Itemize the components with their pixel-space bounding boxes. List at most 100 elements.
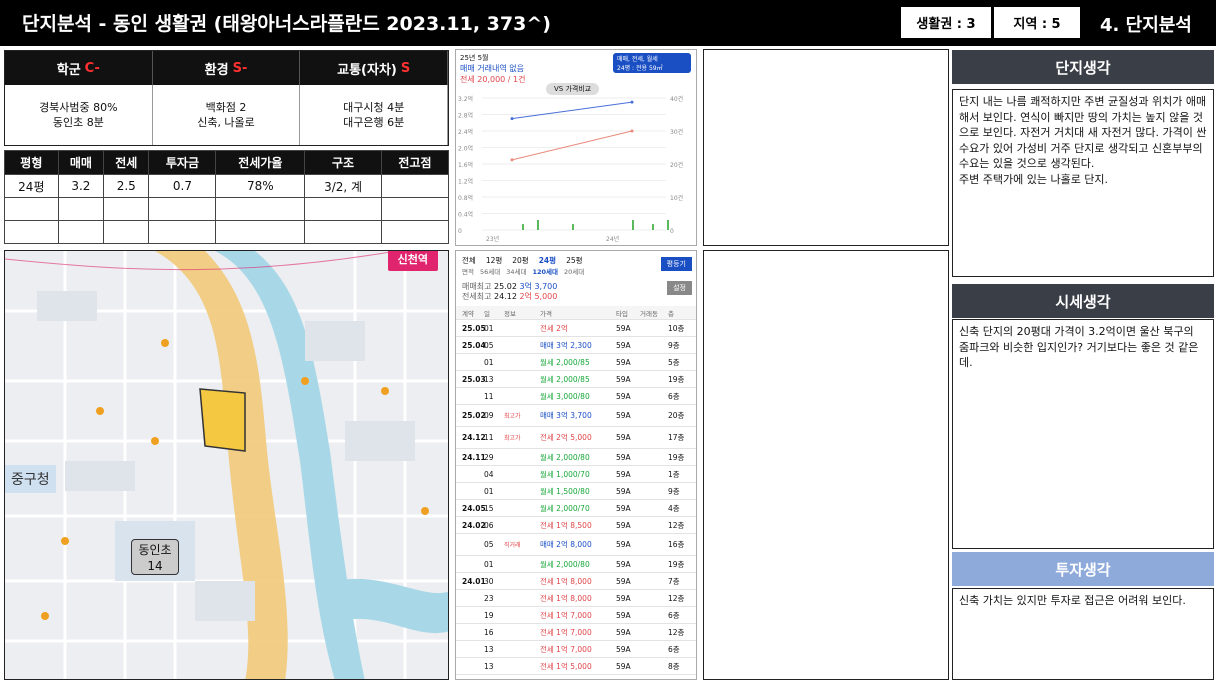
trade-type: 59A <box>616 374 631 384</box>
trade-type: 59A <box>616 503 631 513</box>
trade-price: 전세 1억 8,500 <box>540 520 592 530</box>
table-cell <box>103 197 150 221</box>
grade-env-value: S- <box>232 60 248 76</box>
trade-row[interactable]: 19 전세 1억 7,000 59A 6층 <box>456 607 696 624</box>
trade-floor: 9층 <box>668 340 680 350</box>
trade-row[interactable]: 25.04 05 매매 3억 2,300 59A 9층 <box>456 337 696 354</box>
tab-25[interactable]: 25평 <box>566 255 582 266</box>
trade-list-panel: 전체 12평 20평 24평 25평 면적 56세대 34세대 120세대 20… <box>455 250 697 680</box>
trade-row[interactable]: 24.01 30 전세 1억 8,000 59A 7층 <box>456 573 696 590</box>
trade-row[interactable]: 01 월세 1,500/80 59A 9층 <box>456 483 696 500</box>
trade-month: 24.12 <box>462 433 486 442</box>
trade-row[interactable]: 04 월세 1,000/70 59A 1층 <box>456 466 696 483</box>
trade-type: 59A <box>616 486 631 496</box>
trade-day: 13 <box>484 374 494 384</box>
header-bar: 단지분석 - 동인 생활권 (태왕아너스라플란드 2023.11, 373^) … <box>0 0 1216 46</box>
no-trade-label: 매매 거래내역 없음 <box>460 64 524 73</box>
trade-month: 25.02 <box>462 411 486 420</box>
y-tick-left: 2.0억 <box>458 145 473 153</box>
trade-row[interactable]: 01 월세 2,000/80 59A 19층 <box>456 556 696 573</box>
trade-row[interactable]: 05 직거래 매매 2억 8,000 59A 16층 <box>456 534 696 556</box>
trade-day: 30 <box>484 576 494 586</box>
table-cell <box>57 220 105 244</box>
trade-floor: 17층 <box>668 433 685 442</box>
tab-20[interactable]: 20평 <box>512 255 528 266</box>
trade-type: 59A <box>616 627 631 637</box>
settings-button[interactable]: 설정 <box>667 281 692 295</box>
stats-table: 평형 매매 전세 투자금 전세가율 구조 전고점 24평 3.2 2.5 0.7… <box>4 150 450 244</box>
school-marker[interactable]: 동인초 14 <box>131 539 179 575</box>
trade-row[interactable]: 25.05 01 전세 2억 59A 10층 <box>456 320 696 337</box>
trade-type: 59A <box>616 644 631 654</box>
tab-24[interactable]: 24평 <box>539 255 556 266</box>
y-tick-left: 0 <box>458 228 462 235</box>
grade-school-header: 학군 C- <box>5 51 153 85</box>
y-tick-right: 40건 <box>670 95 683 103</box>
school-name: 동인초 <box>138 543 172 557</box>
y-tick-right: 20건 <box>670 161 683 169</box>
grade-school-label: 학군 <box>56 62 81 78</box>
trade-day: 01 <box>484 559 494 569</box>
trade-type: 59A <box>616 540 631 549</box>
table-cell <box>215 220 306 244</box>
trade-day: 16 <box>484 627 494 637</box>
trade-row[interactable]: 16 전세 1억 7,000 59A 12층 <box>456 624 696 641</box>
trade-row[interactable]: 24.12 11 최고가 전세 2억 5,000 59A 17층 <box>456 427 696 449</box>
y-tick-right: 10건 <box>670 194 683 202</box>
trade-floor: 19층 <box>668 559 685 569</box>
trade-row[interactable]: 13 전세 1억 7,000 59A 6층 <box>456 641 696 658</box>
volume-bar <box>632 220 634 230</box>
map-view[interactable]: 신천역 중구청 동인초 14 <box>4 250 449 680</box>
trade-floor: 6층 <box>668 391 680 401</box>
trade-row[interactable]: 23 전세 1억 8,000 59A 12층 <box>456 590 696 607</box>
trade-price: 전세 2억 5,000 <box>540 433 592 442</box>
subtab: 20세대 <box>563 268 585 276</box>
table-cell <box>380 197 450 221</box>
trade-day: 01 <box>484 357 494 367</box>
grade-env-label: 환경 <box>204 62 229 78</box>
trade-row[interactable]: 11 월세 3,000/80 59A 6층 <box>456 388 696 405</box>
trade-price: 월세 2,000/85 <box>540 357 590 367</box>
trade-floor: 16층 <box>668 540 685 549</box>
trade-row[interactable]: 24.05 15 월세 2,000/70 59A 4층 <box>456 500 696 517</box>
filter-sub: 24평 : 전용 59㎡ <box>617 65 663 72</box>
col-floor: 층 <box>668 309 674 318</box>
trade-row[interactable]: 25.02 09 최고가 매매 3억 3,700 59A 20층 <box>456 405 696 427</box>
x-tick: 24년 <box>606 235 619 243</box>
trade-row[interactable]: 13 전세 1억 5,000 59A 8층 <box>456 658 696 675</box>
trade-type-filter[interactable]: 매매, 전세, 월세 24평 : 전용 59㎡ <box>613 53 691 73</box>
trade-day: 01 <box>484 486 494 496</box>
trade-floor: 9층 <box>668 486 680 496</box>
volume-bar <box>537 220 539 230</box>
subtab: 120세대 <box>532 268 558 276</box>
trade-row[interactable]: 25.03 13 월세 2,000/85 59A 19층 <box>456 371 696 388</box>
volume-bar <box>667 220 669 230</box>
grades-table: 학군 C- 환경 S- 교통(자차) S 경북사범중 80% 동인초 8분 백화점 2 신… <box>4 50 449 146</box>
series-line <box>511 130 633 161</box>
detail-line: 동인초 8분 <box>52 116 104 129</box>
table-cell: 78% <box>215 174 306 198</box>
trade-row[interactable]: 24.02 06 전세 1억 8,500 59A 12층 <box>456 517 696 534</box>
trade-month: 24.11 <box>462 452 486 462</box>
col-info: 정보 <box>504 309 516 318</box>
tab-12[interactable]: 12평 <box>486 255 502 266</box>
tab-all[interactable]: 전체 <box>462 255 476 266</box>
trade-floor: 6층 <box>668 610 680 620</box>
table-cell: 0.7 <box>148 174 217 198</box>
y-tick-left: 1.2억 <box>458 178 473 186</box>
trade-type: 59A <box>616 411 631 420</box>
trade-price: 전세 1억 5,000 <box>540 661 592 671</box>
trade-row[interactable]: 24.11 29 월세 2,000/80 59A 19층 <box>456 449 696 466</box>
trade-floor: 12층 <box>668 520 685 530</box>
trade-floor: 19층 <box>668 374 685 384</box>
grade-school-value: C- <box>84 60 100 76</box>
max-sale-label: 매매최고 <box>462 282 492 291</box>
trade-row[interactable]: 01 월세 2,000/85 59A 5층 <box>456 354 696 371</box>
y-tick-left: 2.8억 <box>458 112 473 120</box>
table-cell <box>215 197 306 221</box>
trade-type: 59A <box>616 323 631 333</box>
jeonse-summary: 전세 20,000 / 1건 <box>460 75 526 84</box>
table-cell <box>4 197 59 221</box>
trade-type: 59A <box>616 469 631 479</box>
area-button[interactable]: 평등기 <box>660 257 692 271</box>
